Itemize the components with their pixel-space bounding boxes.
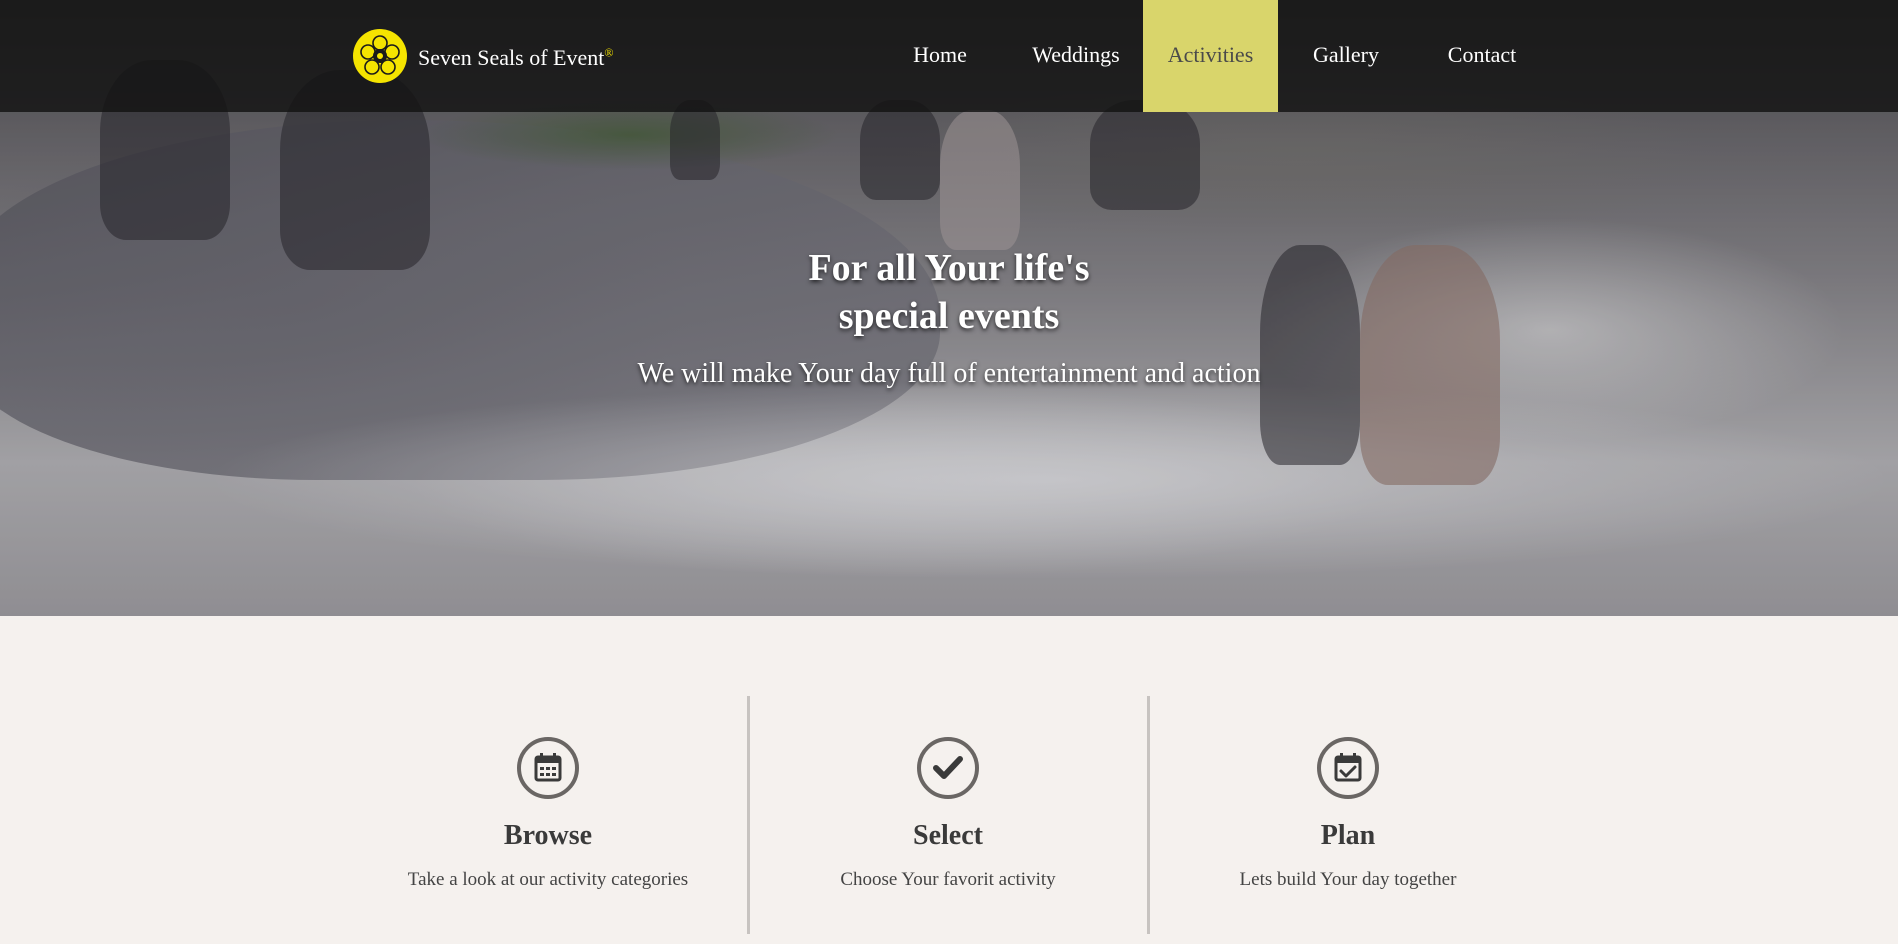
brand-name: Seven Seals of Event® (418, 45, 613, 71)
feature-select: Select Choose Your favorit activity (748, 736, 1148, 892)
seven-seals-logo-icon (353, 29, 407, 83)
hero-title-line1: For all Your life's (808, 247, 1090, 289)
nav-home[interactable]: Home (890, 0, 990, 112)
hero-title-line2: special events (838, 295, 1060, 337)
feature-browse: Browse Take a look at our activity categ… (348, 736, 748, 892)
nav-gallery[interactable]: Gallery (1298, 0, 1394, 112)
brand-link[interactable]: Seven Seals of Event® (352, 28, 613, 84)
feature-description: Choose Your favorit activity (840, 869, 1056, 890)
brand-name-text: Seven Seals of Event (418, 45, 605, 70)
feature-title: Browse (503, 820, 593, 851)
hero-subtitle: We will make Your day full of entertainm… (637, 358, 1261, 389)
nav-activities[interactable]: Activities (1143, 0, 1278, 112)
feature-title: Plan (1320, 820, 1376, 851)
calendar-check-icon (1317, 737, 1379, 799)
top-navbar: Seven Seals of Event® Home Weddings Acti… (0, 0, 1898, 112)
feature-description: Take a look at our activity categories (407, 869, 689, 890)
features-section: Browse Take a look at our activity categ… (0, 616, 1898, 944)
feature-description: Lets build Your day together (1239, 869, 1457, 890)
check-circle-icon (917, 737, 979, 799)
feature-title: Select (913, 820, 983, 851)
registered-mark: ® (604, 45, 614, 60)
nav-contact[interactable]: Contact (1432, 0, 1532, 112)
feature-plan: Plan Lets build Your day together (1148, 736, 1548, 892)
calendar-icon (517, 737, 579, 799)
hero-title: For all Your life's special events (0, 244, 1898, 340)
nav-weddings[interactable]: Weddings (1012, 0, 1140, 112)
